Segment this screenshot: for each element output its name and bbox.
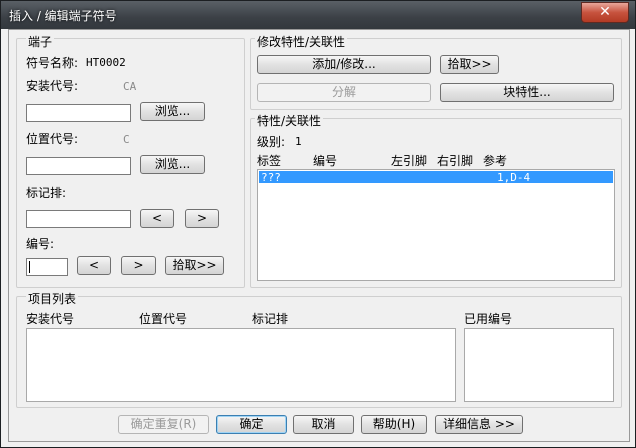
terminal-strip-label: 标记排: (26, 186, 67, 200)
column-header-number[interactable]: 编号 (313, 152, 337, 169)
row-reference-cell: 1,D-4 (497, 171, 531, 184)
terminal-group-title: 端子 (26, 33, 55, 50)
level-label: 级别: (257, 135, 286, 149)
number-input[interactable] (26, 258, 68, 276)
location-code-label: 位置代号: (26, 132, 79, 146)
text-caret (29, 261, 30, 273)
details-button[interactable]: 详细信息 >> (435, 415, 523, 434)
used-numbers-list[interactable] (464, 328, 614, 402)
item-column-install-code[interactable]: 安装代号 (26, 310, 74, 327)
item-column-location-code[interactable]: 位置代号 (139, 310, 187, 327)
number-prev-button[interactable]: < (77, 256, 111, 275)
title-bar[interactable]: 插入 / 编辑端子符号 ✕ (1, 1, 635, 29)
terminal-pick-button[interactable]: 拾取>> (165, 256, 224, 275)
location-code-input[interactable] (26, 157, 131, 175)
location-code-browse-button[interactable]: 浏览... (140, 155, 205, 174)
break-button[interactable]: 分解 (257, 83, 431, 102)
item-column-terminal-strip[interactable]: 标记排 (252, 310, 288, 327)
column-header-right-pin[interactable]: 右引脚 (437, 152, 473, 169)
column-header-left-pin[interactable]: 左引脚 (391, 152, 427, 169)
dialog-client-area: 端子 符号名称: HT0002 安装代号: CA 浏览... 位置代号: C 浏… (8, 29, 630, 442)
modify-pick-button[interactable]: 拾取>> (440, 55, 499, 74)
column-header-tag[interactable]: 标签 (257, 152, 281, 169)
confirm-repeat-button[interactable]: 确定重复(R) (118, 415, 209, 434)
close-icon: ✕ (599, 4, 611, 20)
modify-group-title: 修改特性/关联性 (255, 33, 348, 50)
block-properties-button[interactable]: 块特性... (440, 83, 614, 102)
help-button[interactable]: 帮助(H) (361, 415, 427, 434)
close-button[interactable]: ✕ (581, 2, 629, 23)
properties-list[interactable]: ??? 1,D-4 (257, 169, 615, 281)
number-label: 编号: (26, 237, 55, 251)
column-header-reference[interactable]: 参考 (483, 152, 507, 169)
symbol-name-value: HT0002 (86, 56, 126, 69)
install-code-hint: CA (123, 80, 137, 93)
install-code-label: 安装代号: (26, 79, 79, 93)
dialog-window: 插入 / 编辑端子符号 ✕ 端子 符号名称: HT0002 安装代号: CA 浏… (0, 0, 636, 448)
cancel-button[interactable]: 取消 (293, 415, 354, 434)
install-code-browse-button[interactable]: 浏览... (140, 102, 205, 121)
add-modify-button[interactable]: 添加/修改... (257, 55, 431, 74)
row-tag-cell: ??? (261, 171, 281, 184)
level-value: 1 (295, 135, 302, 148)
used-numbers-label: 已用编号 (464, 312, 513, 326)
location-code-hint: C (123, 133, 130, 146)
table-row[interactable]: ??? 1,D-4 (259, 171, 613, 184)
item-list-group-title: 项目列表 (26, 290, 79, 307)
install-code-input[interactable] (26, 104, 131, 122)
strip-prev-button[interactable]: < (140, 209, 174, 228)
strip-next-button[interactable]: > (185, 209, 219, 228)
properties-group-title: 特性/关联性 (255, 112, 324, 129)
item-list[interactable] (26, 328, 456, 402)
symbol-name-label: 符号名称: (26, 56, 79, 70)
ok-button[interactable]: 确定 (216, 415, 287, 434)
window-title: 插入 / 编辑端子符号 (9, 9, 117, 23)
number-next-button[interactable]: > (121, 256, 156, 275)
terminal-strip-input[interactable] (26, 210, 131, 228)
